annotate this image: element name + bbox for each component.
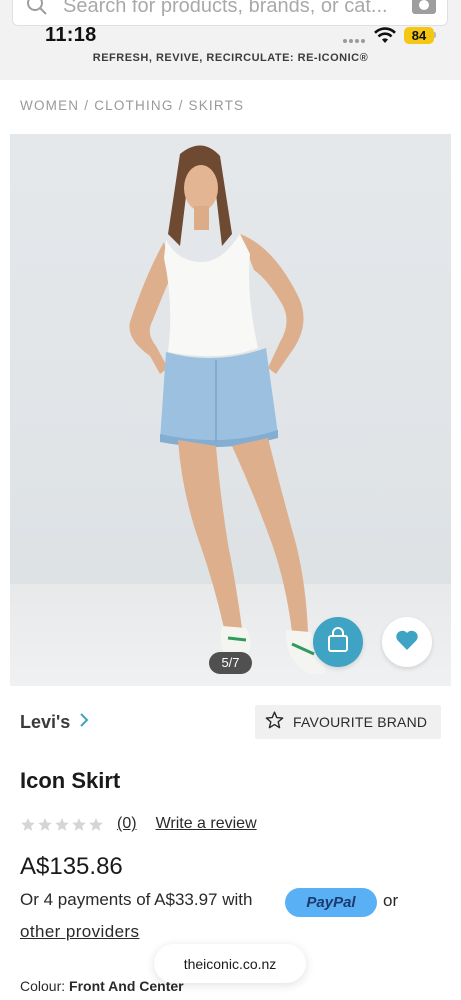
battery-indicator: 84 (404, 27, 434, 44)
other-providers-link[interactable]: other providers (20, 922, 139, 942)
search-input[interactable]: Search for products, brands, or cat... (12, 0, 448, 26)
star-outline-icon (265, 710, 284, 734)
colour-row: Colour: Front And Center (20, 978, 184, 994)
battery-nub (434, 32, 436, 38)
star-icon (72, 817, 86, 831)
camera-icon[interactable] (411, 0, 437, 20)
url-bar[interactable]: theiconic.co.nz (154, 944, 306, 983)
search-placeholder: Search for products, brands, or cat... (63, 0, 388, 17)
status-time: 11:18 (45, 24, 97, 46)
shopping-bag-icon (326, 626, 350, 658)
image-counter: 5/7 (209, 652, 252, 674)
browser-top-bar: Search for products, brands, or cat... 1… (0, 0, 461, 80)
wifi-icon (374, 27, 396, 49)
brand-name[interactable]: Levi's (20, 712, 70, 733)
colour-label: Colour: (20, 978, 66, 994)
product-image[interactable] (10, 134, 451, 686)
promo-banner[interactable]: REFRESH, REVIVE, RECIRCULATE: RE-ICONIC® (0, 52, 461, 64)
breadcrumb-clothing[interactable]: CLOTHING (94, 98, 173, 113)
favourite-brand-label: FAVOURITE BRAND (293, 714, 428, 730)
star-icon (55, 817, 69, 831)
model-illustration (129, 145, 325, 674)
cellular-signal-icon (343, 39, 365, 43)
add-to-bag-button[interactable] (313, 617, 363, 667)
review-count-link[interactable]: (0) (117, 815, 137, 833)
product-price: A$135.86 (20, 853, 123, 880)
brand-link[interactable]: Levi's (20, 712, 89, 733)
paypal-badge[interactable]: PayPal (285, 888, 377, 917)
product-title: Icon Skirt (20, 768, 121, 793)
star-icon (38, 817, 52, 831)
rating-stars (20, 817, 104, 832)
breadcrumb: WOMEN / CLOTHING / SKIRTS (20, 98, 245, 113)
breadcrumb-skirts[interactable]: SKIRTS (189, 98, 245, 113)
search-icon (25, 0, 49, 22)
rating-row: (0) Write a review (20, 815, 257, 833)
write-review-link[interactable]: Write a review (156, 815, 257, 833)
breadcrumb-women[interactable]: WOMEN (20, 98, 79, 113)
star-icon (21, 817, 35, 831)
star-icon (89, 817, 103, 831)
wishlist-button[interactable] (382, 617, 432, 667)
payments-text: Or 4 payments of A$33.97 with (20, 890, 253, 909)
favourite-brand-button[interactable]: FAVOURITE BRAND (255, 705, 441, 739)
or-text: or (383, 891, 399, 910)
chevron-right-icon (79, 712, 89, 733)
heart-icon (395, 629, 419, 656)
